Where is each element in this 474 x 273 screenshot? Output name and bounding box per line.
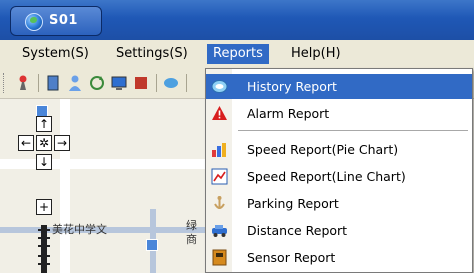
map-label: 美花中学文	[52, 223, 107, 236]
globe-icon	[25, 13, 43, 31]
map-road	[60, 99, 70, 273]
window-tab[interactable]: S01	[10, 6, 102, 36]
menu-item-label: History Report	[247, 79, 337, 94]
menu-separator	[238, 130, 468, 131]
map-road	[0, 159, 220, 169]
pan-right-button[interactable]: →	[54, 135, 70, 151]
parking-icon	[214, 196, 225, 209]
map-label: 商	[186, 233, 197, 246]
menu-item-label: Speed Report(Pie Chart)	[247, 142, 399, 157]
zoom-notch	[38, 245, 50, 247]
toolbar-separator	[156, 74, 157, 92]
pan-left-button[interactable]: ←	[18, 135, 34, 151]
reports-dropdown: History Report Alarm Report Speed Report…	[205, 68, 473, 273]
alarm-icon	[212, 106, 227, 120]
menu-item-parking-report[interactable]: Parking Report	[206, 191, 472, 216]
menu-item-history-report[interactable]: History Report	[206, 74, 472, 99]
distance-icon	[212, 225, 227, 237]
menu-settings[interactable]: Settings(S)	[110, 44, 194, 64]
menu-item-speed-line[interactable]: Speed Report(Line Chart)	[206, 164, 472, 189]
monitor-icon[interactable]	[110, 74, 128, 92]
menu-help[interactable]: Help(H)	[285, 44, 347, 64]
pie-chart-icon	[212, 143, 226, 157]
locate-icon[interactable]	[14, 74, 32, 92]
menu-item-distance-report[interactable]: Distance Report	[206, 218, 472, 243]
zoom-slider[interactable]	[41, 225, 47, 273]
menu-item-label: Alarm Report	[247, 106, 330, 121]
user-icon[interactable]	[66, 74, 84, 92]
pan-up-button[interactable]: ↑	[36, 116, 52, 132]
zoom-notch	[38, 229, 50, 231]
zoom-notch	[38, 255, 50, 257]
menu-item-label: Speed Report(Line Chart)	[247, 169, 406, 184]
menu-reports[interactable]: Reports	[207, 44, 269, 64]
toolbar-separator	[186, 74, 187, 92]
refresh-icon[interactable]	[88, 74, 106, 92]
menu-item-speed-pie[interactable]: Speed Report(Pie Chart)	[206, 137, 472, 162]
pan-center-button[interactable]: ✲	[36, 135, 52, 151]
zoom-notch	[38, 263, 50, 265]
menu-item-label: Sensor Report	[247, 250, 336, 265]
zoom-notch	[38, 237, 50, 239]
menu-item-alarm-report[interactable]: Alarm Report	[206, 101, 472, 126]
pan-down-button[interactable]: ↓	[36, 154, 52, 170]
line-chart-icon	[211, 168, 228, 185]
history-icon	[211, 80, 228, 93]
zoom-in-button[interactable]: +	[36, 199, 52, 215]
toolbar-separator	[38, 74, 39, 92]
device-list-icon[interactable]	[44, 74, 62, 92]
history-tool-icon[interactable]	[162, 74, 180, 92]
window-title: S01	[49, 13, 78, 28]
sensor-icon	[212, 249, 227, 266]
title-bar: S01	[0, 0, 474, 40]
menu-item-label: Distance Report	[247, 223, 348, 238]
menu-system[interactable]: System(S)	[16, 44, 95, 64]
map-poi[interactable]	[146, 239, 158, 251]
menu-item-sensor-report[interactable]: Sensor Report	[206, 245, 472, 270]
menu-item-label: Parking Report	[247, 196, 339, 211]
menu-bar: System(S) Settings(S) Reports Help(H)	[0, 40, 474, 69]
map-tool-icon[interactable]	[132, 74, 150, 92]
toolbar-grip[interactable]	[3, 73, 7, 93]
